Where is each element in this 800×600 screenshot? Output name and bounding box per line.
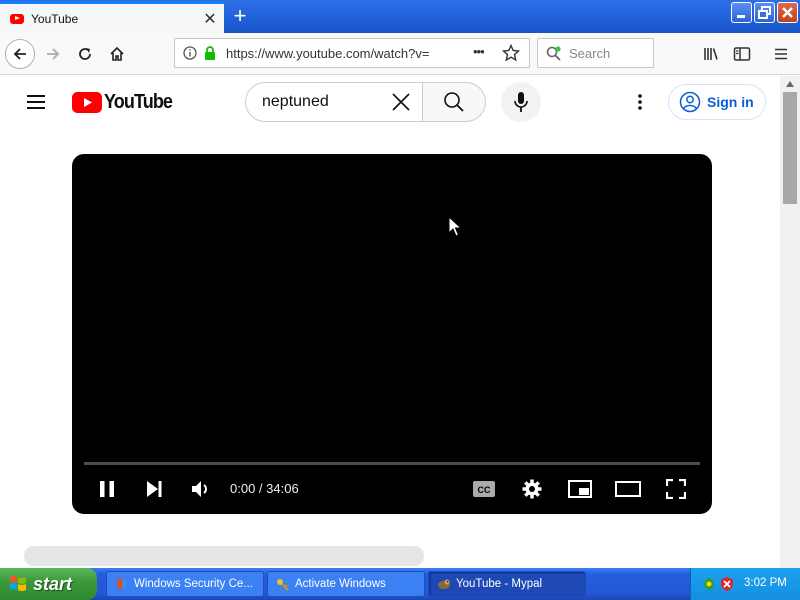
- settings-more-button[interactable]: [628, 90, 652, 114]
- new-tab-button[interactable]: +: [228, 5, 252, 29]
- fullscreen-button[interactable]: [662, 476, 690, 502]
- hamburger-menu-icon: [27, 95, 45, 109]
- clock: 3:02 PM: [744, 577, 787, 589]
- scroll-up-icon[interactable]: [785, 80, 795, 88]
- search-icon: [546, 46, 561, 61]
- taskbar-item-youtube-mypal[interactable]: YouTube - Mypal: [428, 571, 586, 597]
- youtube-logo-icon: [72, 92, 102, 113]
- youtube-search-input[interactable]: neptuned: [245, 82, 423, 122]
- key-icon: [277, 579, 289, 591]
- system-tray: 3:02 PM: [690, 568, 800, 600]
- start-button[interactable]: start: [0, 568, 97, 600]
- skip-next-icon: [147, 481, 162, 497]
- task-label: YouTube - Mypal: [456, 578, 543, 590]
- theater-mode-button[interactable]: [614, 476, 642, 502]
- menu-button[interactable]: [766, 39, 796, 69]
- tab-youtube[interactable]: YouTube ✕: [0, 2, 224, 33]
- sidebar-button[interactable]: [727, 39, 757, 69]
- youtube-logo-text: YouTube: [104, 91, 173, 113]
- more-vertical-icon: [638, 94, 642, 110]
- tab-close-icon[interactable]: ✕: [200, 9, 220, 29]
- scrollbar-thumb[interactable]: [783, 92, 797, 204]
- back-arrow-icon: [13, 48, 26, 60]
- youtube-search-button[interactable]: [422, 82, 486, 122]
- security-alert-icon[interactable]: [719, 576, 735, 592]
- start-label: start: [33, 573, 73, 594]
- search-placeholder: Search: [569, 46, 611, 61]
- shield-icon: [117, 578, 127, 590]
- task-label: Windows Security Ce...: [134, 578, 253, 590]
- gear-icon: [522, 479, 542, 499]
- bookmark-star-icon[interactable]: [502, 44, 520, 62]
- volume-icon: [192, 481, 207, 497]
- next-button[interactable]: [140, 476, 168, 502]
- microphone-icon: [514, 92, 528, 112]
- miniplayer-button[interactable]: [566, 476, 594, 502]
- account-icon: [679, 91, 701, 113]
- url-bar[interactable]: https://www.youtube.com/watch?v= •••: [174, 38, 530, 68]
- video-player[interactable]: 0:00 / 34:06 CC: [72, 154, 712, 514]
- sign-in-button[interactable]: Sign in: [668, 84, 766, 120]
- url-text[interactable]: https://www.youtube.com/watch?v=: [226, 46, 461, 61]
- lock-icon: [205, 46, 215, 60]
- tab-title: YouTube: [31, 11, 79, 26]
- navigation-toolbar: https://www.youtube.com/watch?v= ••• Sea…: [0, 33, 800, 108]
- closed-captions-icon: CC: [473, 481, 495, 497]
- back-button[interactable]: [5, 39, 35, 69]
- home-button[interactable]: [102, 39, 132, 69]
- hamburger-menu-icon: [775, 48, 787, 60]
- mute-button[interactable]: [187, 476, 215, 502]
- info-icon[interactable]: [183, 46, 197, 60]
- guide-menu-button[interactable]: [24, 90, 48, 114]
- pause-button[interactable]: [93, 476, 121, 502]
- taskbar-item-activate-windows[interactable]: Activate Windows: [267, 571, 425, 597]
- search-query[interactable]: neptuned: [262, 93, 329, 111]
- page-scrollbar[interactable]: [780, 76, 800, 568]
- taskbar-item-security-center[interactable]: Windows Security Ce...: [106, 571, 264, 597]
- voice-search-button[interactable]: [501, 82, 541, 122]
- video-progress-bar[interactable]: [84, 462, 700, 465]
- library-icon: [704, 48, 718, 60]
- svg-text:CC: CC: [478, 485, 491, 495]
- clear-search-icon[interactable]: [391, 92, 411, 112]
- time-display: 0:00 / 34:06: [230, 481, 299, 496]
- restore-button[interactable]: [754, 2, 775, 23]
- youtube-logo[interactable]: YouTube: [72, 91, 180, 114]
- windows-taskbar: start Windows Security Ce... Activate Wi…: [0, 568, 800, 600]
- close-window-button[interactable]: [777, 2, 798, 23]
- forward-button[interactable]: [38, 39, 68, 69]
- forward-arrow-icon: [47, 48, 60, 60]
- minimize-icon: [737, 15, 745, 18]
- windows-logo-icon: [10, 576, 26, 591]
- loading-placeholder: [24, 546, 424, 566]
- theater-mode-icon: [615, 481, 641, 497]
- youtube-favicon-icon: [10, 13, 24, 24]
- minimize-button[interactable]: [731, 2, 752, 23]
- page-actions-icon[interactable]: •••: [473, 44, 485, 59]
- home-icon: [110, 46, 124, 61]
- subtitles-button[interactable]: CC: [470, 476, 498, 502]
- sidebar-icon: [733, 47, 751, 61]
- sign-in-label: Sign in: [707, 94, 754, 110]
- task-label: Activate Windows: [295, 578, 386, 590]
- reload-button[interactable]: [70, 39, 100, 69]
- network-icon[interactable]: [701, 576, 717, 592]
- mouse-cursor-icon: [448, 216, 462, 237]
- miniplayer-icon: [568, 480, 592, 498]
- restore-icon: [758, 6, 771, 19]
- mypal-browser-icon: [438, 579, 450, 589]
- reload-icon: [79, 48, 91, 60]
- library-button[interactable]: [696, 39, 726, 69]
- pause-icon: [100, 481, 114, 497]
- browser-search-box[interactable]: Search: [537, 38, 654, 68]
- youtube-page: YouTube neptuned Sign in 0:00 / 34:06 CC: [0, 76, 780, 568]
- browser-titlebar: YouTube ✕ +: [0, 0, 800, 33]
- settings-button[interactable]: [518, 476, 546, 502]
- search-icon: [444, 92, 464, 112]
- close-icon: [782, 7, 793, 18]
- fullscreen-icon: [666, 479, 686, 499]
